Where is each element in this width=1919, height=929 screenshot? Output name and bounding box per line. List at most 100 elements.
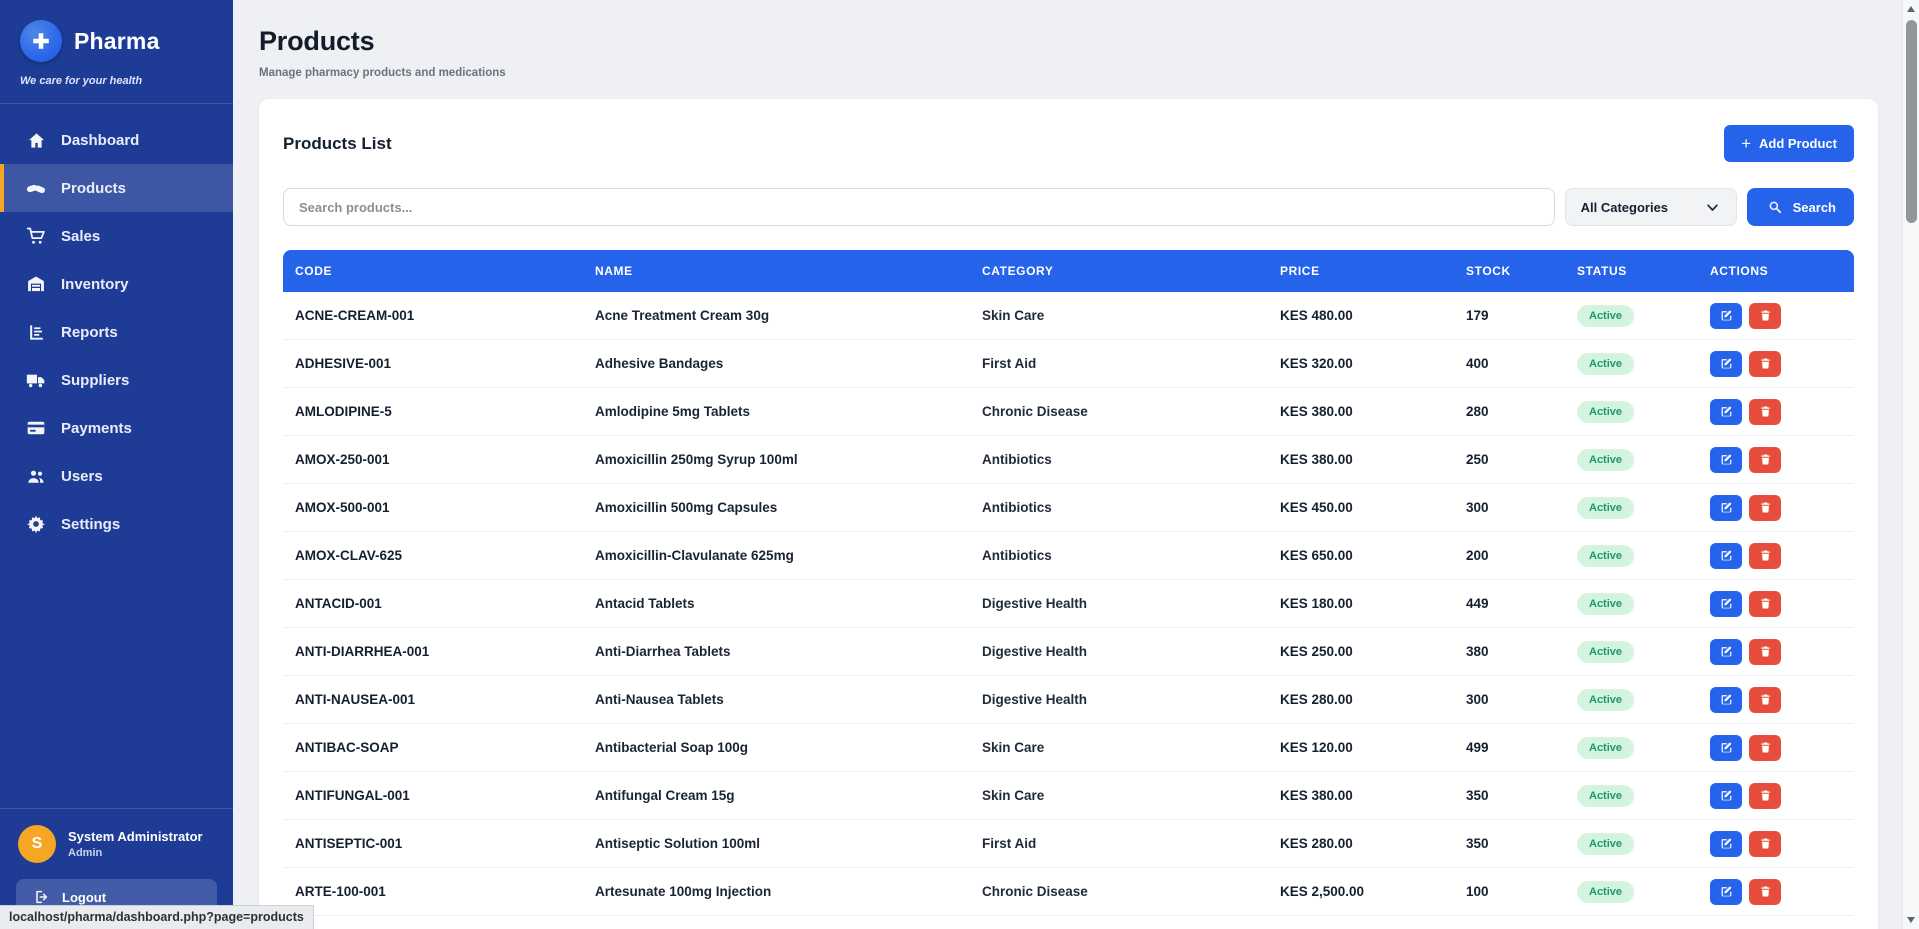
sidebar-item-products[interactable]: Products (0, 164, 233, 212)
delete-button[interactable] (1749, 831, 1781, 857)
edit-button[interactable] (1710, 447, 1742, 473)
product-name: Antiseptic Solution 100ml (583, 836, 970, 851)
product-actions (1698, 351, 1854, 377)
edit-button[interactable] (1710, 351, 1742, 377)
product-code: ANTI-DIARRHEA-001 (283, 644, 583, 659)
search-icon (1765, 197, 1785, 217)
col-header-stock: STOCK (1454, 264, 1565, 278)
add-product-button[interactable]: + Add Product (1724, 125, 1854, 162)
sidebar-item-payments[interactable]: Payments (0, 404, 233, 452)
product-code: ARTE-100-001 (283, 884, 583, 899)
edit-button[interactable] (1710, 735, 1742, 761)
status-badge: Active (1577, 737, 1634, 759)
product-category: Chronic Disease (970, 884, 1268, 899)
product-status-cell: Active (1565, 689, 1698, 711)
edit-button[interactable] (1710, 543, 1742, 569)
product-category: Skin Care (970, 308, 1268, 323)
status-badge: Active (1577, 449, 1634, 471)
sidebar-header: Pharma We care for your health (0, 0, 233, 104)
edit-button[interactable] (1710, 399, 1742, 425)
edit-button[interactable] (1710, 687, 1742, 713)
browser-status-bar: localhost/pharma/dashboard.php?page=prod… (0, 905, 314, 929)
table-row: ANTACID-001 Antacid Tablets Digestive He… (283, 580, 1854, 628)
sidebar-item-label: Suppliers (61, 372, 129, 389)
product-actions (1698, 399, 1854, 425)
product-category: Chronic Disease (970, 404, 1268, 419)
table-row: AMOX-500-001 Amoxicillin 500mg Capsules … (283, 484, 1854, 532)
delete-button[interactable] (1749, 447, 1781, 473)
scroll-up-arrow-icon[interactable] (1907, 6, 1915, 12)
edit-button[interactable] (1710, 831, 1742, 857)
product-status-cell: Active (1565, 593, 1698, 615)
product-actions (1698, 303, 1854, 329)
product-status-cell: Active (1565, 401, 1698, 423)
product-price: KES 380.00 (1268, 788, 1454, 803)
delete-button[interactable] (1749, 351, 1781, 377)
product-category: Skin Care (970, 788, 1268, 803)
col-header-status: STATUS (1565, 264, 1698, 278)
scroll-down-arrow-icon[interactable] (1907, 917, 1915, 923)
warehouse-icon (26, 274, 46, 294)
edit-button[interactable] (1710, 591, 1742, 617)
edit-button[interactable] (1710, 303, 1742, 329)
sidebar-item-dashboard[interactable]: Dashboard (0, 116, 233, 164)
product-stock: 300 (1454, 500, 1565, 515)
search-input[interactable] (283, 188, 1555, 226)
product-actions (1698, 543, 1854, 569)
delete-button[interactable] (1749, 591, 1781, 617)
edit-button[interactable] (1710, 639, 1742, 665)
col-header-actions: ACTIONS (1698, 264, 1854, 278)
scrollbar-thumb[interactable] (1906, 20, 1917, 223)
product-name: Adhesive Bandages (583, 356, 970, 371)
edit-button[interactable] (1710, 879, 1742, 905)
sidebar-item-reports[interactable]: Reports (0, 308, 233, 356)
delete-button[interactable] (1749, 687, 1781, 713)
status-badge: Active (1577, 545, 1634, 567)
product-name: Amoxicillin-Clavulanate 625mg (583, 548, 970, 563)
pills-icon (26, 178, 46, 198)
product-code: ANTISEPTIC-001 (283, 836, 583, 851)
search-button[interactable]: Search (1747, 188, 1854, 226)
search-button-label: Search (1793, 200, 1836, 215)
edit-button[interactable] (1710, 783, 1742, 809)
brand-tagline: We care for your health (20, 75, 213, 87)
sidebar-item-suppliers[interactable]: Suppliers (0, 356, 233, 404)
sidebar-item-users[interactable]: Users (0, 452, 233, 500)
sidebar: Pharma We care for your health Dashboard… (0, 0, 233, 929)
table-row: ACNE-CREAM-001 Acne Treatment Cream 30g … (283, 292, 1854, 340)
status-badge: Active (1577, 593, 1634, 615)
category-select[interactable]: All Categories (1565, 188, 1737, 226)
report-icon (26, 322, 46, 342)
products-card: Products List + Add Product All Categori… (259, 99, 1878, 929)
product-price: KES 180.00 (1268, 596, 1454, 611)
product-price: KES 2,500.00 (1268, 884, 1454, 899)
delete-button[interactable] (1749, 303, 1781, 329)
edit-button[interactable] (1710, 495, 1742, 521)
table-row: AMOX-CLAV-625 Amoxicillin-Clavulanate 62… (283, 532, 1854, 580)
home-icon (26, 130, 46, 150)
delete-button[interactable] (1749, 735, 1781, 761)
table-row: AMLODIPINE-5 Amlodipine 5mg Tablets Chro… (283, 388, 1854, 436)
sidebar-item-label: Products (61, 180, 126, 197)
category-select-value: All Categories (1581, 200, 1668, 215)
sidebar-item-sales[interactable]: Sales (0, 212, 233, 260)
delete-button[interactable] (1749, 639, 1781, 665)
sidebar-item-settings[interactable]: Settings (0, 500, 233, 548)
product-code: AMLODIPINE-5 (283, 404, 583, 419)
product-category: First Aid (970, 836, 1268, 851)
sidebar-item-inventory[interactable]: Inventory (0, 260, 233, 308)
delete-button[interactable] (1749, 399, 1781, 425)
delete-button[interactable] (1749, 879, 1781, 905)
product-status-cell: Active (1565, 497, 1698, 519)
gear-icon (26, 514, 46, 534)
delete-button[interactable] (1749, 783, 1781, 809)
status-badge: Active (1577, 785, 1634, 807)
delete-button[interactable] (1749, 495, 1781, 521)
scrollbar[interactable] (1902, 0, 1919, 929)
product-stock: 350 (1454, 836, 1565, 851)
delete-button[interactable] (1749, 543, 1781, 569)
product-status-cell: Active (1565, 305, 1698, 327)
product-code: ACNE-CREAM-001 (283, 308, 583, 323)
status-badge: Active (1577, 497, 1634, 519)
sidebar-item-label: Inventory (61, 276, 129, 293)
